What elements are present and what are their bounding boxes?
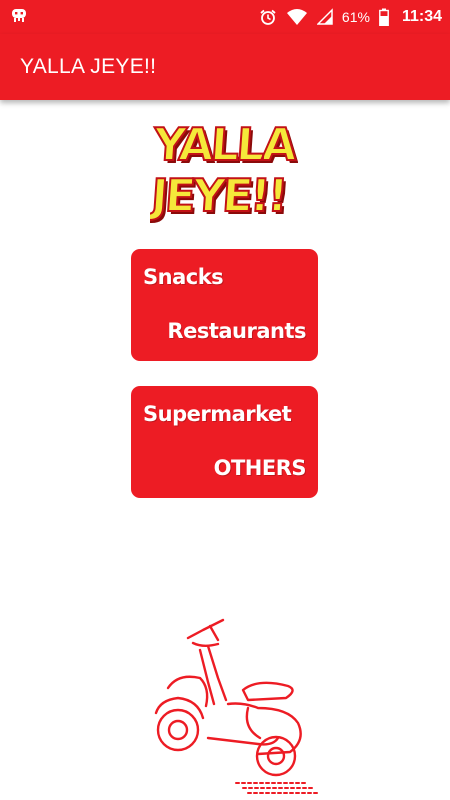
app-bar: YALLA JEYE!! — [0, 34, 450, 100]
snacks-button[interactable]: Snacks — [143, 265, 224, 289]
logo-line1: YALLA — [151, 118, 298, 171]
menu-card-snacks-restaurants: Snacks Restaurants — [131, 249, 318, 361]
clock: 11:34 — [401, 8, 442, 25]
logo-line2: JEYE!! — [150, 169, 287, 222]
alarm-icon — [259, 8, 277, 26]
battery-icon — [379, 8, 389, 26]
signal-icon — [316, 8, 333, 26]
restaurants-button[interactable]: Restaurants — [167, 319, 306, 343]
status-bar: 61% 11:34 — [0, 0, 450, 34]
supermarket-button[interactable]: Supermarket — [143, 402, 292, 426]
yalla-jeye-logo: YALLA YALLA JEYE!! JEYE!! — [150, 113, 298, 223]
scooter-icon — [148, 618, 320, 800]
battery-percent: 61% — [341, 9, 370, 25]
others-button[interactable]: OTHERS — [214, 456, 307, 480]
menu-card-supermarket-others: Supermarket OTHERS — [131, 386, 318, 498]
status-left — [10, 6, 28, 29]
status-right: 61% 11:34 — [259, 8, 442, 26]
app-title: YALLA JEYE!! — [20, 55, 157, 78]
debug-android-icon — [10, 6, 28, 29]
wifi-icon — [286, 8, 308, 26]
